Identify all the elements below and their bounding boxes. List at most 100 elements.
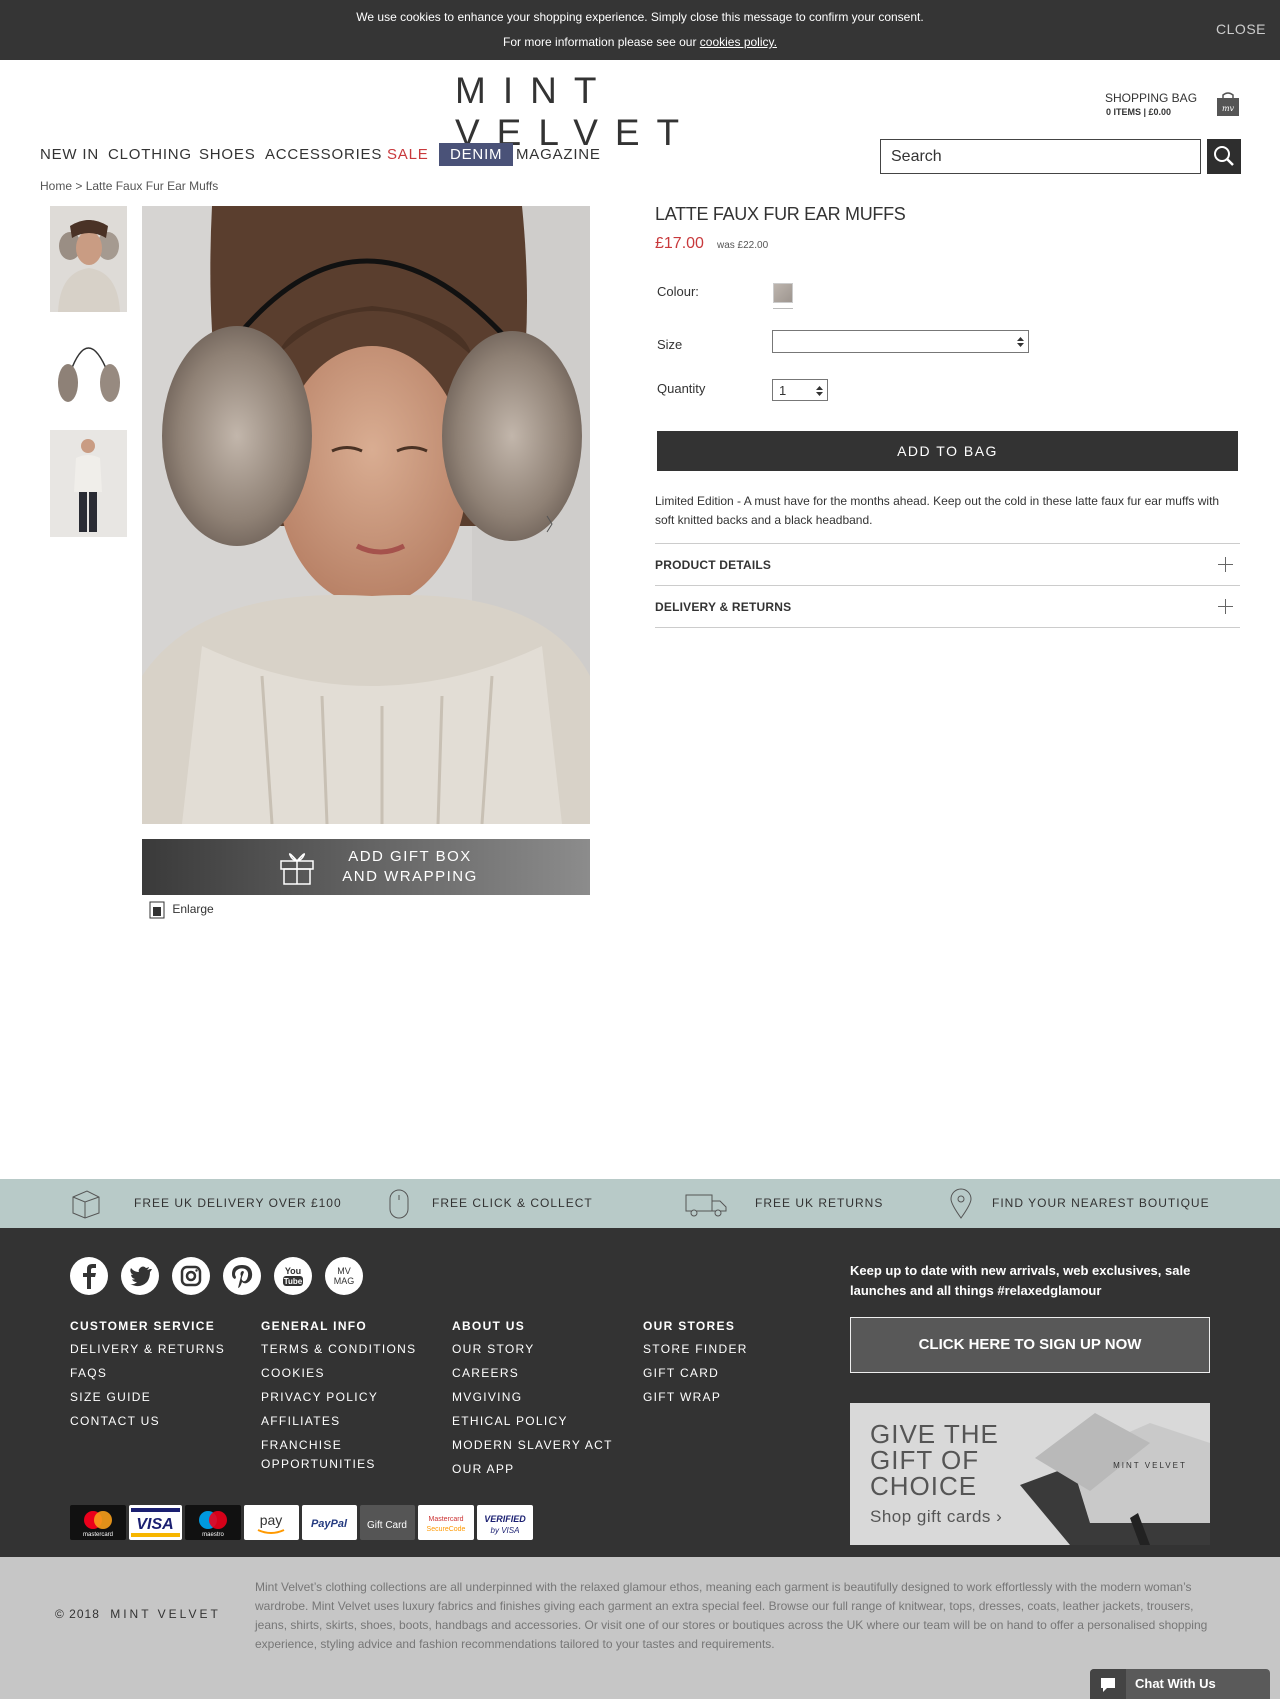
nav-magazine[interactable]: MAGAZINE	[516, 146, 601, 163]
model-wearing-earmuffs-image	[142, 206, 590, 824]
plus-icon	[1218, 557, 1233, 572]
gift-card-box-image: MINT VELVET	[1020, 1413, 1210, 1545]
gift-card-banner[interactable]: GIVE THE GIFT OF CHOICE Shop gift cards …	[850, 1403, 1210, 1545]
quantity-stepper[interactable]: 1	[772, 379, 828, 401]
thumbnail-3[interactable]	[50, 430, 127, 537]
footer-link-cookies[interactable]: COOKIES	[261, 1364, 325, 1383]
gift-banner-line-2: GIFT OF	[870, 1445, 980, 1475]
usp-returns[interactable]: FREE UK RETURNS	[755, 1196, 883, 1210]
size-label: Size	[657, 337, 683, 352]
nav-shoes[interactable]: SHOES	[199, 146, 256, 163]
footer-link-mvgiving[interactable]: MVGIVING	[452, 1388, 522, 1407]
shopping-bag-icon[interactable]: mv	[1216, 92, 1240, 116]
general-info-heading: GENERAL INFO	[261, 1319, 368, 1333]
product-price: £17.00	[655, 235, 704, 252]
usp-boutique[interactable]: FIND YOUR NEAREST BOUTIQUE	[992, 1196, 1210, 1210]
nav-clothing[interactable]: CLOTHING	[108, 146, 192, 163]
breadcrumb: Home > Latte Faux Fur Ear Muffs	[40, 179, 218, 193]
bottom-bar: © 2018 MINT VELVET Mint Velvet’s clothin…	[0, 1557, 1280, 1699]
youtube-icon[interactable]: You Tube	[274, 1257, 312, 1295]
svg-text:pay: pay	[260, 1512, 283, 1528]
nav-denim[interactable]: DENIM	[439, 143, 514, 166]
product-was-price: was £22.00	[717, 240, 769, 251]
accordion-delivery-returns[interactable]: DELIVERY & RETURNS	[655, 585, 1240, 628]
mv-gift-card-logo: Gift Card	[360, 1505, 415, 1540]
footer-link-franchise[interactable]: FRANCHISE OPPORTUNITIES	[261, 1436, 411, 1474]
svg-text:You: You	[285, 1266, 301, 1276]
svg-text:mv: mv	[1222, 104, 1235, 113]
enlarge-button[interactable]: Enlarge	[149, 901, 214, 919]
svg-text:MINT VELVET: MINT VELVET	[1113, 1461, 1187, 1470]
cookies-policy-link[interactable]: cookies policy.	[700, 35, 777, 49]
product-description: Limited Edition - A must have for the mo…	[655, 494, 1220, 527]
add-to-bag-button[interactable]: ADD TO BAG	[657, 431, 1238, 471]
bag-summary: 0 ITEMS | £0.00	[1106, 107, 1172, 117]
usp-bar: FREE UK DELIVERY OVER £100 FREE CLICK & …	[0, 1179, 1280, 1228]
shopping-bag-label[interactable]: SHOPPING BAG	[1105, 91, 1197, 105]
breadcrumb-home[interactable]: Home >	[40, 179, 82, 193]
main-product-image[interactable]	[142, 206, 590, 824]
thumbnail-1[interactable]	[50, 206, 127, 312]
footer-link-ethical-policy[interactable]: ETHICAL POLICY	[452, 1412, 568, 1431]
add-gift-box-button[interactable]: ADD GIFT BOX AND WRAPPING	[142, 839, 590, 895]
accordion-product-details[interactable]: PRODUCT DETAILS	[655, 543, 1240, 585]
accordion-title: DELIVERY & RETURNS	[655, 600, 792, 614]
search-button[interactable]	[1207, 139, 1241, 174]
our-stores-heading: OUR STORES	[643, 1319, 736, 1333]
footer-link-privacy[interactable]: PRIVACY POLICY	[261, 1388, 378, 1407]
footer-link-modern-slavery[interactable]: MODERN SLAVERY ACT	[452, 1436, 613, 1455]
footer-link-careers[interactable]: CAREERS	[452, 1364, 519, 1383]
footer-link-terms[interactable]: TERMS & CONDITIONS	[261, 1340, 416, 1359]
mv-mag-icon[interactable]: MV MAG	[325, 1257, 363, 1295]
gift-icon	[280, 853, 314, 885]
svg-text:VERIFIED: VERIFIED	[484, 1514, 526, 1524]
nav-accessories[interactable]: ACCESSORIES	[265, 146, 382, 163]
footer-link-delivery-returns[interactable]: DELIVERY & RETURNS	[70, 1340, 225, 1359]
accordion-title: PRODUCT DETAILS	[655, 558, 772, 572]
model-earmuffs-thumbnail	[50, 206, 127, 312]
footer-link-faqs[interactable]: FAQS	[70, 1364, 107, 1383]
footer-link-our-story[interactable]: OUR STORY	[452, 1340, 535, 1359]
delivery-van-icon	[685, 1194, 727, 1217]
gift-line-1: ADD GIFT BOX	[348, 848, 472, 865]
svg-text:by VISA: by VISA	[491, 1526, 520, 1535]
instagram-icon[interactable]	[172, 1257, 210, 1295]
maestro-logo: maestro	[185, 1505, 241, 1540]
stepper-arrows-icon	[816, 386, 823, 396]
facebook-icon[interactable]	[70, 1257, 108, 1295]
footer-link-size-guide[interactable]: SIZE GUIDE	[70, 1388, 151, 1407]
site-logo[interactable]: MINT VELVET	[455, 70, 825, 154]
signup-button[interactable]: CLICK HERE TO SIGN UP NOW	[850, 1317, 1210, 1373]
svg-text:SecureCode: SecureCode	[427, 1526, 466, 1533]
newsletter-text: Keep up to date with new arrivals, web e…	[850, 1263, 1191, 1298]
cookie-info-text: For more information please see our	[503, 35, 700, 49]
search-input[interactable]	[880, 139, 1201, 174]
size-select[interactable]	[772, 330, 1029, 353]
footer-link-store-finder[interactable]: STORE FINDER	[643, 1340, 748, 1359]
nav-new-in[interactable]: NEW IN	[40, 146, 99, 163]
chat-with-us-button[interactable]: Chat With Us	[1090, 1669, 1270, 1699]
footer-link-our-app[interactable]: OUR APP	[452, 1460, 514, 1479]
cookie-close-button[interactable]: CLOSE	[1216, 21, 1266, 37]
footer-link-affiliates[interactable]: AFFILIATES	[261, 1412, 340, 1431]
twitter-icon[interactable]	[121, 1257, 159, 1295]
nav-sale[interactable]: SALE	[387, 146, 429, 163]
usp-delivery[interactable]: FREE UK DELIVERY OVER £100	[134, 1196, 342, 1210]
brand-about-text: Mint Velvet’s clothing collections are a…	[255, 1580, 1208, 1651]
svg-text:Mastercard: Mastercard	[428, 1516, 463, 1523]
footer-link-gift-wrap[interactable]: GIFT WRAP	[643, 1388, 721, 1407]
gift-banner-line-3: CHOICE	[870, 1471, 978, 1501]
footer-link-contact-us[interactable]: CONTACT US	[70, 1412, 160, 1431]
pinterest-icon[interactable]	[223, 1257, 261, 1295]
cookie-message: We use cookies to enhance your shopping …	[356, 10, 924, 24]
mastercard-securecode-logo: Mastercard SecureCode	[418, 1505, 474, 1540]
search-icon	[1214, 146, 1234, 166]
svg-text:VISA: VISA	[136, 1516, 173, 1533]
thumbnail-2[interactable]	[50, 325, 127, 429]
usp-click-collect[interactable]: FREE CLICK & COLLECT	[432, 1196, 593, 1210]
colour-swatch[interactable]	[773, 283, 793, 303]
amazon-pay-logo: pay	[244, 1505, 299, 1540]
about-us-heading: ABOUT US	[452, 1319, 526, 1333]
enlarge-label: Enlarge	[172, 902, 214, 917]
footer-link-gift-card[interactable]: GIFT CARD	[643, 1364, 719, 1383]
